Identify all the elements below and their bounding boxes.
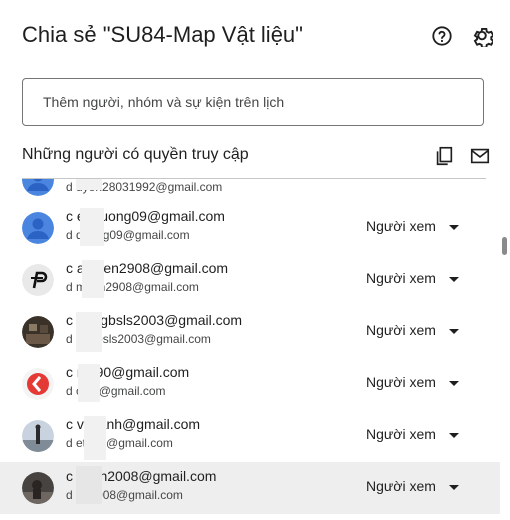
- gear-icon[interactable]: [470, 24, 494, 48]
- list-item[interactable]: c noi90@gmail.com d oi90@gmail.com Người…: [0, 358, 500, 410]
- access-heading: Những người có quyền truy cập: [22, 146, 249, 163]
- scrollbar-thumb[interactable]: [502, 237, 507, 255]
- redaction-blur: [76, 178, 102, 190]
- chevron-down-icon[interactable]: [449, 433, 459, 438]
- help-icon[interactable]: [430, 24, 454, 48]
- avatar: [22, 472, 54, 504]
- avatar: [22, 212, 54, 244]
- avatar: [22, 178, 54, 196]
- person-email: d etanh@gmail.com: [66, 436, 173, 450]
- role-dropdown[interactable]: Người xem: [366, 322, 436, 338]
- redaction-blur: [78, 364, 100, 402]
- role-dropdown[interactable]: Người xem: [366, 374, 436, 390]
- redaction-blur: [82, 260, 104, 298]
- share-dialog: Chia sẻ "SU84-Map Vật liệu" Thêm người, …: [0, 0, 510, 520]
- chevron-down-icon[interactable]: [449, 329, 459, 334]
- chevron-down-icon[interactable]: [449, 277, 459, 282]
- redaction-blur: [76, 466, 102, 504]
- role-dropdown[interactable]: Người xem: [366, 270, 436, 286]
- people-list: d uyen28031992@gmail.com c enduong09@gma…: [0, 178, 500, 520]
- add-people-input[interactable]: Thêm người, nhóm và sự kiện trên lịch: [22, 78, 484, 126]
- avatar: [22, 264, 54, 296]
- avatar: [22, 420, 54, 452]
- list-item[interactable]: c vietanh@gmail.com d etanh@gmail.com Ng…: [0, 410, 500, 462]
- role-dropdown[interactable]: Người xem: [366, 218, 436, 234]
- copy-icon[interactable]: [433, 145, 455, 167]
- redaction-blur: [80, 208, 104, 246]
- avatar: [22, 316, 54, 348]
- chevron-down-icon[interactable]: [449, 225, 459, 230]
- list-item[interactable]: c uongbsls2003@gmail.com d ongbsls2003@g…: [0, 306, 500, 358]
- add-people-placeholder: Thêm người, nhóm và sự kiện trên lịch: [43, 94, 285, 110]
- list-divider: [22, 178, 486, 179]
- dialog-title: Chia sẻ "SU84-Map Vật liệu": [22, 22, 303, 47]
- redaction-blur: [76, 312, 102, 352]
- mail-icon[interactable]: [469, 145, 491, 167]
- role-dropdown[interactable]: Người xem: [366, 478, 436, 494]
- list-item[interactable]: c amtien2908@gmail.com d mtien2908@gmail…: [0, 254, 500, 306]
- avatar: [22, 368, 54, 400]
- list-item[interactable]: c enduong09@gmail.com d duong09@gmail.co…: [0, 202, 500, 254]
- chevron-down-icon[interactable]: [449, 485, 459, 490]
- redaction-blur: [84, 416, 106, 460]
- chevron-down-icon[interactable]: [449, 381, 459, 386]
- list-item[interactable]: c uyen2008@gmail.com d en2008@gmail.com …: [0, 462, 500, 514]
- role-dropdown[interactable]: Người xem: [366, 426, 436, 442]
